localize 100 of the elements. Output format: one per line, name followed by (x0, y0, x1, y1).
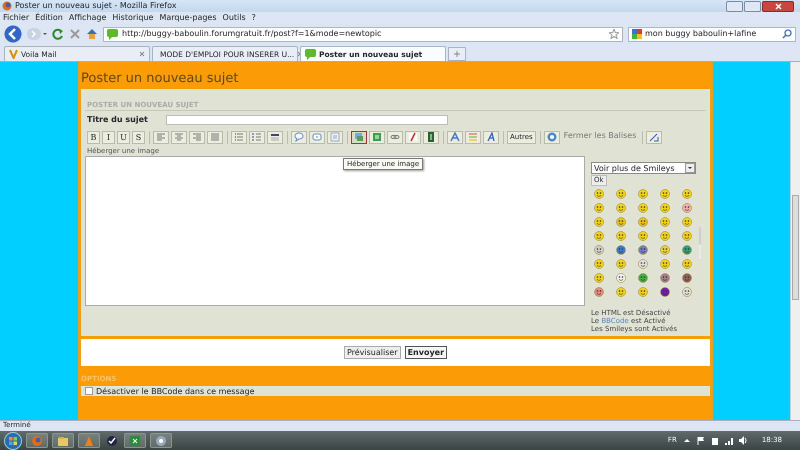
smiley-icon[interactable] (594, 202, 604, 213)
smiley-icon[interactable] (660, 272, 670, 283)
disc-icon (155, 434, 167, 446)
smiley-icon[interactable] (616, 216, 626, 227)
menu-item[interactable]: Affichage (68, 13, 106, 23)
toolbar-button[interactable] (423, 130, 439, 144)
smiley-icon[interactable] (638, 258, 648, 269)
toolbar-button[interactable] (405, 130, 421, 144)
back-button[interactable] (4, 25, 22, 43)
smiley-icon[interactable] (682, 272, 692, 283)
star-icon[interactable] (609, 29, 619, 39)
smiley-icon[interactable] (638, 244, 648, 255)
smiley-icon[interactable] (660, 286, 670, 297)
smiley-icon[interactable] (594, 272, 604, 283)
toolbar-button[interactable] (291, 130, 307, 144)
subject-input[interactable] (166, 114, 448, 125)
toolbar-button[interactable] (171, 130, 187, 144)
close-button[interactable] (762, 0, 794, 12)
window-title: Poster un nouveau sujet - Mozilla Firefox (15, 1, 176, 11)
smiley-icon[interactable] (638, 188, 648, 199)
smiley-icon[interactable] (638, 286, 648, 297)
toolbar-button[interactable] (267, 130, 283, 144)
smiley-icon[interactable] (594, 188, 604, 199)
toolbar-button[interactable] (387, 130, 403, 144)
smiley-icon[interactable] (682, 258, 692, 269)
smiley-icon[interactable] (638, 230, 648, 241)
toolbar-button[interactable] (249, 130, 265, 144)
smiley-icon[interactable] (660, 188, 670, 199)
smiley-select[interactable]: Voir plus de Smileys (591, 162, 696, 174)
smiley-icon[interactable] (660, 202, 670, 213)
signal-icon[interactable] (724, 436, 733, 446)
start-button[interactable] (4, 432, 22, 450)
search-icon[interactable] (782, 29, 792, 39)
toolbar-button[interactable] (465, 130, 481, 144)
toolbar-button[interactable] (544, 130, 560, 144)
format-button[interactable]: U (117, 130, 130, 144)
toolbar-button[interactable] (153, 130, 169, 144)
minimize-button[interactable] (726, 0, 743, 12)
smiley-icon[interactable] (616, 202, 626, 213)
toolbar-button[interactable] (207, 130, 223, 144)
smiley-icon[interactable] (660, 216, 670, 227)
smiley-icon[interactable] (616, 272, 626, 283)
smiley-icon[interactable] (682, 188, 692, 199)
menu-item[interactable]: ? (252, 13, 256, 23)
smiley-icon[interactable] (616, 188, 626, 199)
smiley-icon[interactable] (638, 272, 648, 283)
preview-button[interactable]: Prévisualiser (344, 346, 401, 360)
spoiler-icon (330, 132, 340, 142)
menu-item[interactable]: Édition (35, 13, 63, 23)
search-field[interactable]: mon buggy baboulin+lafine (628, 26, 796, 42)
smiley-icon[interactable] (638, 202, 648, 213)
reload-icon[interactable] (52, 28, 64, 40)
toolbar-button[interactable] (646, 130, 662, 144)
smiley-icon[interactable] (660, 258, 670, 269)
smiley-icon[interactable] (616, 286, 626, 297)
speaker-icon[interactable] (738, 436, 748, 446)
up-arrow-icon[interactable] (682, 436, 691, 444)
smiley-icon[interactable] (616, 230, 626, 241)
toolbar-button[interactable] (309, 130, 325, 144)
smiley-icon[interactable] (594, 216, 604, 227)
smiley-icon[interactable] (682, 286, 692, 297)
checkbox[interactable] (85, 387, 93, 396)
smiley-icon[interactable] (638, 216, 648, 227)
url-text: http://buggy-baboulin.forumgratuit.fr/post?f=1&mode=newtopic (122, 29, 382, 39)
flag-icon[interactable] (696, 436, 705, 446)
toolbar-button[interactable] (351, 130, 367, 144)
address-field[interactable]: http://buggy-baboulin.forumgratuit.fr/post?f=1&mode=newtopic (103, 26, 623, 42)
smiley-icon[interactable] (594, 258, 604, 269)
format-button[interactable]: B (87, 130, 100, 144)
home-icon[interactable] (86, 28, 98, 40)
smiley-icon[interactable] (594, 244, 604, 255)
new-tab-button[interactable] (448, 47, 466, 61)
smiley-icon[interactable] (616, 258, 626, 269)
maximize-button[interactable] (744, 0, 761, 12)
smiley-icon[interactable] (660, 230, 670, 241)
format-button[interactable]: I (102, 130, 115, 144)
toolbar-button[interactable] (231, 130, 247, 144)
submit-button[interactable]: Envoyer (404, 346, 448, 360)
smiley-icon[interactable] (660, 244, 670, 255)
menu-item[interactable]: Fichier (3, 13, 30, 23)
taskbar-app[interactable] (104, 434, 120, 446)
checkmark-icon (106, 434, 118, 446)
smiley-icon[interactable] (594, 286, 604, 297)
smiley-icon[interactable] (616, 244, 626, 255)
format-button[interactable]: S (132, 130, 145, 144)
menu-item[interactable]: Historique (112, 13, 154, 23)
page-scrollbar[interactable] (790, 62, 800, 420)
toolbar-button[interactable] (483, 130, 499, 144)
v-logo-icon (9, 49, 18, 59)
smiley-icon[interactable] (682, 244, 692, 255)
smiley-icon[interactable] (682, 230, 692, 241)
smiley-icon[interactable] (682, 216, 692, 227)
toolbar-button[interactable] (447, 130, 463, 144)
close-icon[interactable] (139, 51, 145, 57)
smiley-icon[interactable] (682, 202, 692, 213)
smiley-icon[interactable] (594, 230, 604, 241)
menu-item[interactable]: Outils (222, 13, 246, 23)
menu-item[interactable]: Marque-pages (159, 13, 217, 23)
toolbar-button[interactable] (189, 130, 205, 144)
firefox-icon (31, 434, 43, 446)
